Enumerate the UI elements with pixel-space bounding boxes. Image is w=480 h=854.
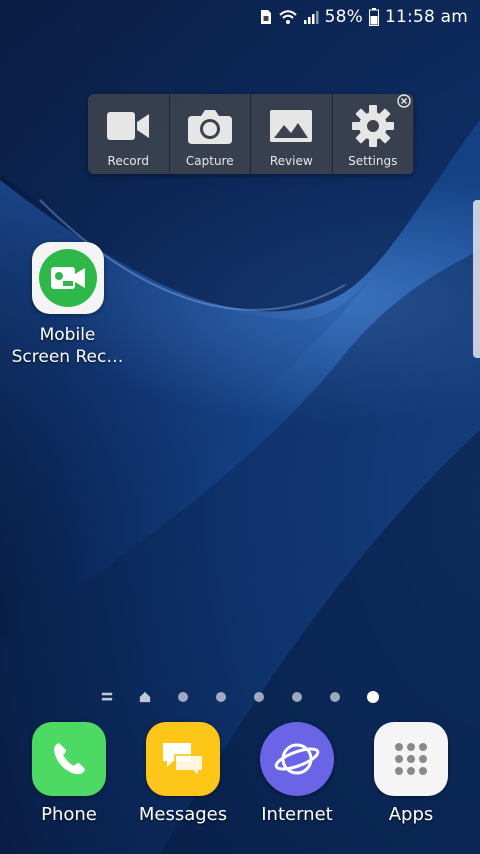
capture-label: Capture [185, 154, 234, 168]
messages-label: Messages [138, 804, 228, 825]
page-dot[interactable] [215, 691, 227, 703]
internet-label: Internet [261, 804, 333, 825]
close-icon[interactable] [397, 94, 411, 108]
page-dot[interactable] [291, 691, 303, 703]
clock: 11:58 am [385, 7, 468, 27]
edge-panel-handle[interactable] [473, 200, 480, 358]
status-bar: 58% 11:58 am [0, 0, 480, 34]
page-indicator [0, 688, 480, 706]
messages-icon [146, 722, 220, 796]
settings-label: Settings [348, 154, 398, 168]
page-dot[interactable] [177, 691, 189, 703]
phone-icon [32, 722, 106, 796]
recorder-toolbar: Record Capture Review Settings [88, 94, 414, 174]
dock-app-phone[interactable]: Phone [19, 722, 119, 832]
review-label: Review [269, 154, 313, 168]
record-button[interactable]: Record [88, 94, 170, 174]
apps-grid-icon [374, 722, 448, 796]
home-page-icon[interactable] [139, 691, 151, 703]
battery-icon [369, 8, 380, 26]
wifi-icon [278, 9, 297, 25]
dock: Phone Messages Internet Apps [0, 722, 480, 832]
signal-icon [303, 9, 319, 25]
image-icon [265, 104, 317, 148]
home-app-screen-recorder[interactable]: Mobile Screen Rec… [10, 242, 125, 368]
record-label: Record [107, 154, 149, 168]
gear-icon [347, 104, 399, 148]
capture-button[interactable]: Capture [170, 94, 251, 174]
camera-icon [184, 104, 236, 148]
home-app-label: Mobile Screen Rec… [11, 325, 124, 367]
internet-icon [260, 722, 334, 796]
dock-app-apps[interactable]: Apps [361, 722, 461, 832]
page-dot-active[interactable] [367, 691, 379, 703]
sim-card-icon [259, 9, 273, 25]
page-dot[interactable] [253, 691, 265, 703]
review-button[interactable]: Review [251, 94, 333, 174]
screen-recorder-icon [31, 242, 104, 314]
dock-app-messages[interactable]: Messages [133, 722, 233, 832]
apps-label: Apps [388, 804, 434, 825]
phone-label: Phone [41, 804, 97, 825]
video-camera-icon [102, 104, 154, 148]
page-dot[interactable] [329, 691, 341, 703]
battery-percent: 58% [324, 7, 364, 27]
home-screen: 58% 11:58 am Record Capture Review Setti… [0, 0, 480, 854]
briefing-page-icon[interactable] [101, 691, 113, 703]
dock-app-internet[interactable]: Internet [247, 722, 347, 832]
